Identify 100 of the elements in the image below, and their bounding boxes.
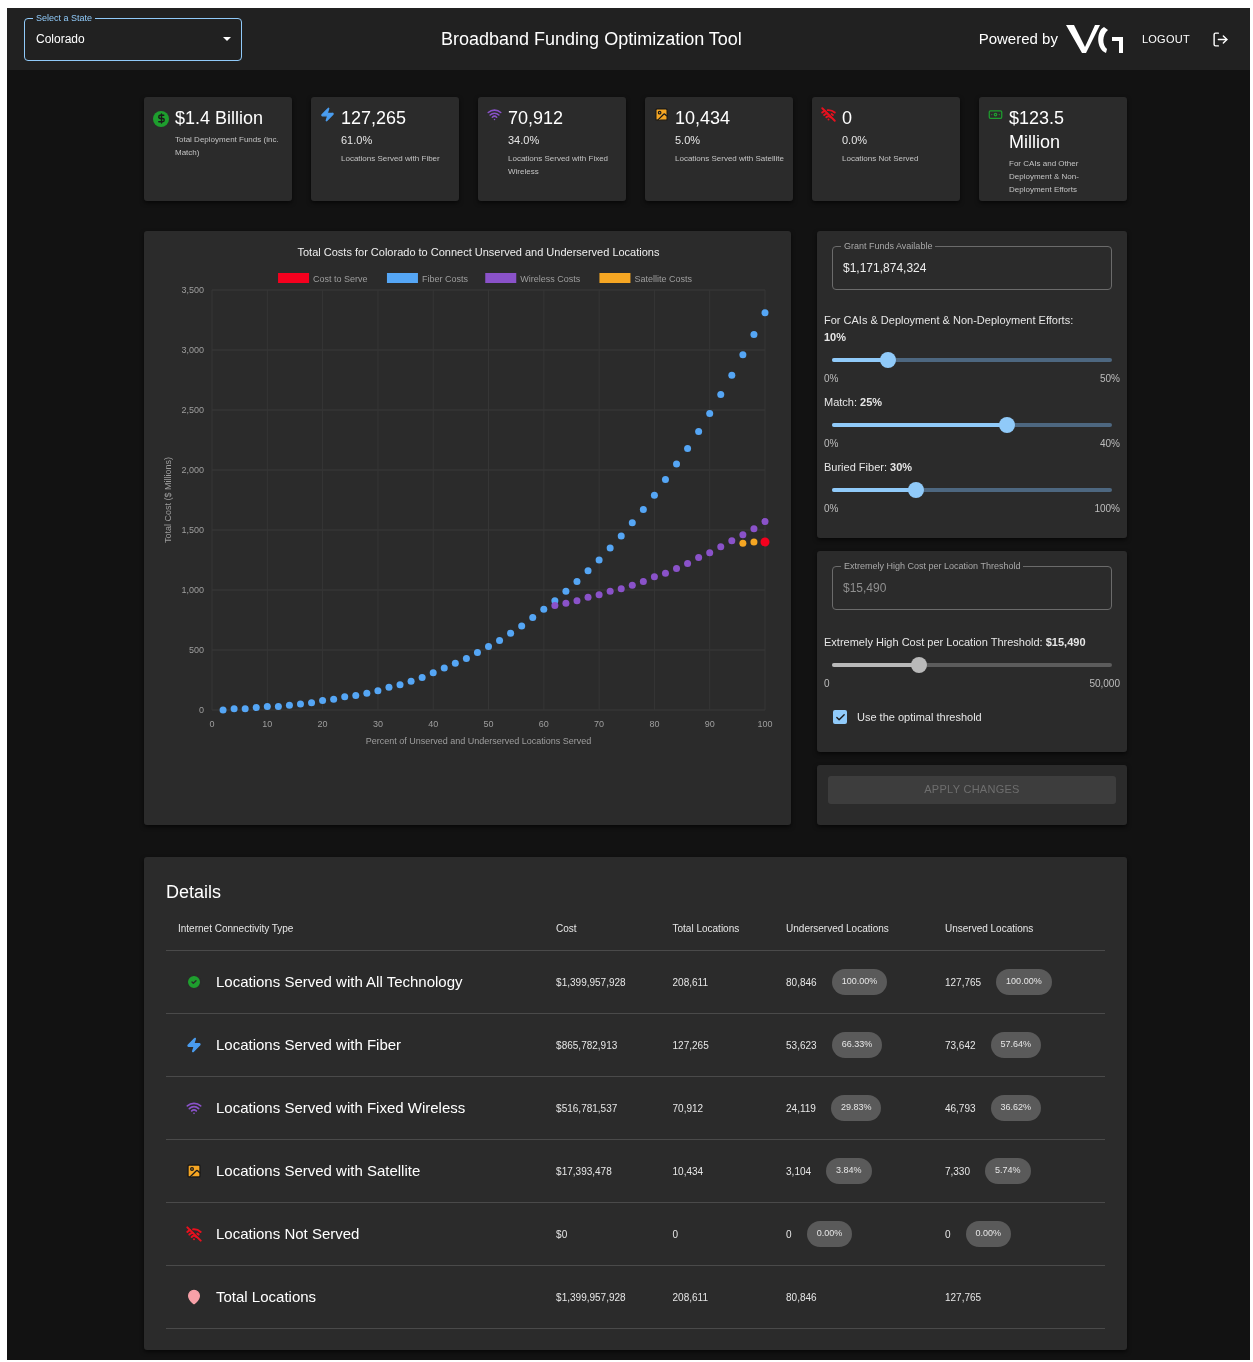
table-cell-text: $865,782,913 [556, 1038, 619, 1053]
table-cell-text: 208,611 [672, 975, 709, 990]
slider-thumb[interactable] [908, 482, 924, 498]
y-tick-label: 2,500 [181, 405, 204, 415]
percent-chip: 100.00% [996, 969, 1052, 995]
x-tick-label: 10 [262, 719, 273, 729]
legend-label: Fiber Costs [421, 273, 468, 284]
stat-percent: 0.0% [842, 133, 869, 148]
percent-chip: 29.83% [830, 1095, 882, 1121]
x-tick-label: 20 [317, 719, 328, 729]
slider-track[interactable] [832, 352, 1112, 368]
table-cell-text: Locations Served with Satellite [216, 1160, 421, 1181]
table-cell-text: 127,765 [944, 1290, 982, 1305]
slider-track[interactable] [832, 482, 1112, 498]
logout-icon[interactable] [1212, 30, 1229, 48]
y-tick-label: 3,500 [181, 285, 204, 295]
table-cell-text: 127,265 [672, 1038, 710, 1053]
table-cell-text: 0 [944, 1227, 951, 1242]
column-header: Unserved Locations [944, 921, 1035, 936]
field-value: $15,490 [843, 580, 887, 597]
stat-caption: Locations Served with Fixed Wireless [508, 152, 610, 178]
checkbox-label: Use the optimal threshold [857, 710, 982, 725]
stat-percent: 61.0% [341, 133, 374, 148]
wifi-off-icon [186, 1226, 202, 1242]
table-cell-text: 0 [672, 1227, 680, 1242]
slider-max-label: 50,000 [1089, 677, 1120, 691]
x-tick-label: 30 [372, 719, 383, 729]
stat-value: 10,434 [675, 107, 732, 130]
stat-value: 70,912 [508, 107, 565, 130]
x-axis-title: Percent of Unserved and Underserved Locations Served [365, 736, 592, 746]
percent-chip: 66.33% [831, 1032, 883, 1058]
field-label: Grant Funds Available [841, 240, 936, 252]
table-cell-text: 24,119 [786, 1101, 816, 1116]
slider-max-label: 40% [1100, 437, 1120, 451]
table-cell-text: 80,846 [786, 1290, 817, 1305]
column-header: Underserved Locations [786, 921, 890, 936]
dollar-coin-icon [153, 110, 169, 127]
table-cell-text: 46,793 [944, 1101, 976, 1116]
percent-chip: 100.00% [831, 969, 888, 995]
column-header: Cost [556, 921, 578, 936]
stat-value: 0 [842, 107, 853, 130]
slider-min-label: 0% [824, 372, 839, 386]
table-cell-text: $0 [556, 1227, 569, 1242]
field-label: Extremely High Cost per Location Threshold [841, 560, 1024, 572]
select-label: Select a State [33, 11, 96, 24]
x-tick-label: 80 [649, 719, 660, 729]
y-tick-label: 1,500 [181, 525, 204, 535]
table-cell-text: 127,765 [944, 975, 982, 990]
x-tick-label: 40 [428, 719, 439, 729]
slider-label: Match: 25% [824, 395, 884, 410]
image-icon [654, 107, 669, 122]
table-cell-text: 73,642 [944, 1038, 976, 1053]
percent-chip: 5.74% [985, 1158, 1031, 1184]
table-cell-text: 80,846 [786, 975, 817, 990]
table-cell-text: Locations Served with Fiber [216, 1034, 402, 1055]
y-tick-label: 2,000 [181, 465, 204, 475]
stat-caption: For CAIs and Other Deployment & Non-Deployment Efforts [1009, 158, 1080, 196]
banknote-icon [988, 107, 1003, 122]
x-tick-label: 60 [538, 719, 549, 729]
x-tick-label: 70 [594, 719, 605, 729]
wifi-icon [186, 1100, 202, 1116]
table-cell-text: Locations Served with All Technology [216, 971, 463, 992]
select-value: Colorado [36, 31, 85, 48]
x-tick-label: 50 [483, 719, 494, 729]
slider-label: Extremely High Cost per Location Threshold: $15,490 [824, 635, 1087, 650]
percent-chip: 36.62% [990, 1095, 1042, 1121]
x-tick-label: 90 [704, 719, 715, 729]
table-cell-text: Locations Served with Fixed Wireless [216, 1097, 466, 1118]
percent-chip: 3.84% [826, 1158, 872, 1184]
stat-caption: Total Deployment Funds (inc. Match) [175, 134, 280, 159]
stat-value: $123.5 Million [1009, 107, 1066, 154]
slider-thumb[interactable] [880, 352, 896, 368]
slider-label: For CAIs & Deployment & Non-Deployment Efforts: 10% [824, 313, 1075, 345]
field-value: $1,171,874,324 [843, 260, 927, 277]
stat-caption: Locations Served with Satellite [675, 152, 784, 165]
powered-by-text: Powered by [978, 28, 1058, 49]
x-tick-label: 100 [757, 719, 773, 729]
table-cell-text: 3,104 [786, 1164, 812, 1179]
table-cell-text: $516,781,537 [556, 1101, 619, 1116]
stat-percent: 34.0% [508, 133, 541, 148]
dropdown-caret-icon [223, 37, 231, 41]
app-title: Broadband Funding Optimization Tool [441, 27, 742, 51]
stat-percent: 5.0% [675, 133, 702, 148]
wifi-icon [487, 107, 502, 122]
logout-button[interactable]: LOGOUT [1141, 30, 1190, 48]
details-title: Details [166, 881, 223, 904]
x-tick-label: 0 [209, 719, 215, 729]
legend-label: Satellite Costs [634, 273, 692, 284]
logo-icon [1065, 23, 1124, 55]
checkbox[interactable] [833, 710, 847, 725]
slider-max-label: 100% [1094, 502, 1120, 516]
slider-min-label: 0 [824, 677, 830, 691]
slider-track[interactable] [832, 417, 1112, 433]
stat-caption: Locations Served with Fiber [341, 152, 440, 165]
slider-min-label: 0% [824, 502, 839, 516]
slider-thumb[interactable] [999, 417, 1015, 433]
table-cell-text: 208,611 [672, 1290, 709, 1305]
y-tick-label: 0 [199, 705, 204, 715]
wifi-off-icon [821, 107, 836, 122]
slider-max-label: 50% [1100, 372, 1120, 386]
